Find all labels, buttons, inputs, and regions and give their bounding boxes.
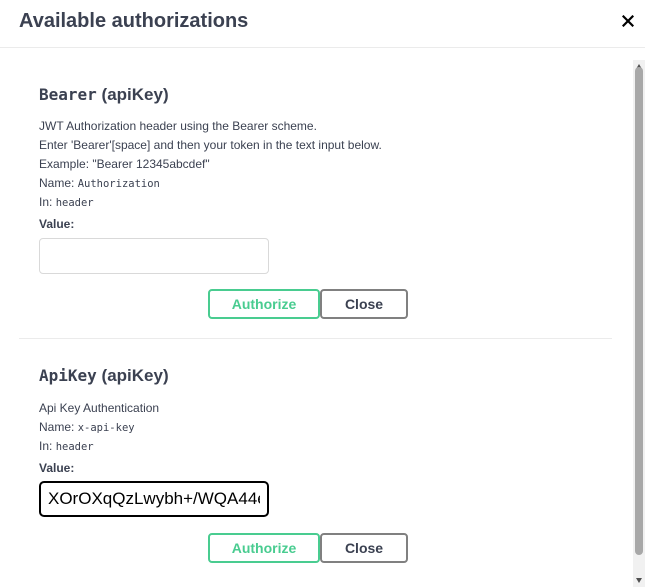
- value-label: Value:: [39, 217, 75, 231]
- name-value: Authorization: [77, 178, 160, 190]
- auth-section-apikey: ApiKey (apiKey) Api Key Authentication N…: [19, 340, 612, 587]
- in-label: In:: [39, 195, 53, 209]
- description-line: Api Key Authentication: [39, 401, 160, 415]
- bearer-value-input[interactable]: [39, 238, 269, 274]
- close-button[interactable]: Close: [320, 533, 408, 563]
- modal-header: Available authorizations: [0, 0, 645, 48]
- name-row: Name: Authorization: [39, 176, 160, 190]
- scheme-type: (apiKey): [101, 366, 169, 385]
- authorize-button[interactable]: Authorize: [208, 533, 320, 563]
- close-button[interactable]: Close: [320, 289, 408, 319]
- description-line: JWT Authorization header using the Beare…: [39, 119, 317, 133]
- scheme-name: Bearer: [39, 85, 97, 104]
- description-line: Enter 'Bearer'[space] and then your toke…: [39, 138, 382, 152]
- authorize-button[interactable]: Authorize: [208, 289, 320, 319]
- apikey-value-input[interactable]: [39, 481, 269, 517]
- modal-body: Bearer (apiKey) JWT Authorization header…: [0, 49, 633, 587]
- in-value: header: [55, 441, 94, 453]
- modal-title: Available authorizations: [19, 10, 249, 32]
- scroll-down-icon[interactable]: [636, 578, 642, 583]
- scheme-type: (apiKey): [101, 85, 169, 104]
- name-label: Name:: [39, 420, 75, 434]
- in-row: In: header: [39, 439, 94, 453]
- in-value: header: [55, 197, 94, 209]
- scheme-name: ApiKey: [39, 366, 97, 385]
- scrollbar-thumb[interactable]: [635, 67, 643, 555]
- description-line: Example: "Bearer 12345abcdef": [39, 157, 210, 171]
- scheme-title: ApiKey (apiKey): [39, 366, 169, 386]
- in-label: In:: [39, 439, 53, 453]
- vertical-scrollbar[interactable]: [633, 60, 645, 587]
- authorizations-modal: Available authorizations Bearer (apiKey)…: [0, 0, 645, 587]
- value-label: Value:: [39, 461, 75, 475]
- in-row: In: header: [39, 195, 94, 209]
- name-value: x-api-key: [77, 422, 135, 434]
- auth-section-bearer: Bearer (apiKey) JWT Authorization header…: [19, 49, 612, 339]
- close-icon[interactable]: [619, 11, 637, 31]
- scheme-title: Bearer (apiKey): [39, 85, 169, 105]
- name-label: Name:: [39, 176, 75, 190]
- name-row: Name: x-api-key: [39, 420, 135, 434]
